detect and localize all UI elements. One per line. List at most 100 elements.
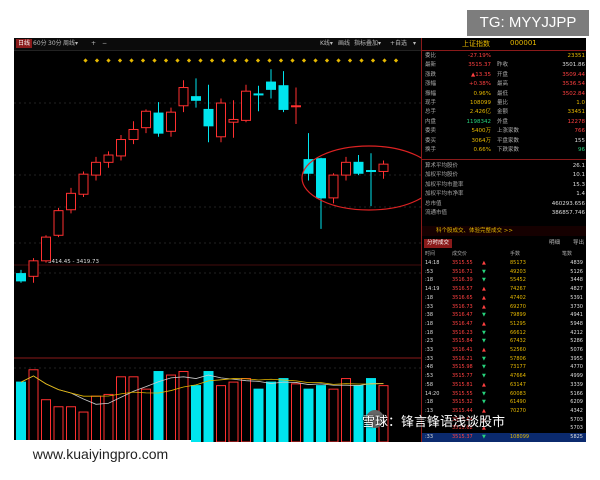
tick-volume: 70270 [510,407,526,414]
tick-volume: 52560 [510,347,526,353]
tick-price: 3516.57 [452,286,473,293]
tick-time: :58 [425,381,434,388]
tick-row[interactable]: :18 3515.32 ▼ 61490 6209 [422,398,586,407]
quote-value2: 3502.84 [562,90,585,97]
tick-direction-icon: ▼ [482,399,486,406]
tick-row[interactable]: :33 3515.37 ▼ 108099 5825 [422,433,586,442]
tick-row[interactable]: :18 3516.47 ▲ 51295 5948 [422,320,586,329]
tick-count: 4342 [570,407,583,414]
quote-label: 振幅 [425,90,437,97]
section-divider [422,159,586,160]
tick-row[interactable]: 14:19 3516.57 ▲ 74267 4827 [422,285,586,294]
marker-dot [163,58,169,63]
tick-row[interactable]: :53 3515.77 ▼ 47664 4999 [422,372,586,381]
candle-body [28,260,39,277]
volume-bar [128,376,139,442]
tick-volume: 47402 [510,294,526,301]
marker-dot [278,58,284,63]
marker-dot [290,58,295,63]
stat-value: 1.4 [576,191,585,198]
tick-row[interactable]: :18 3516.23 ▼ 66612 4212 [422,329,586,338]
tick-direction-icon: ▲ [482,260,486,266]
tick-direction-icon: ▲ [482,320,486,327]
tick-row[interactable]: :38 3516.47 ▼ 79899 4941 [422,311,586,320]
quote-row: 委比 -27.19% 23351 [422,52,586,61]
tick-count: 5076 [570,347,583,353]
quote-row: 现手 108099 量比 1.0 [422,99,586,108]
trading-terminal: 日线 60分 30分 周线▾ + − K线▾ 画线 指标叠加▾ +自选 ▾ 3414.45 - 34… [14,38,586,442]
tick-row[interactable]: :58 3515.81 ▲ 63147 3339 [422,381,586,390]
tick-row[interactable]: :53 3516.71 ▼ 49203 5126 [422,268,586,277]
tick-count: 4212 [570,329,583,336]
tick-row[interactable]: 14:18 3515.55 ▲ 85173 4839 [422,259,586,268]
tick-row[interactable]: :48 3515.98 ▼ 73177 4770 [422,363,586,372]
stat-label: 加权平均股价 [425,172,459,179]
full-trades-button[interactable]: 科个股成交、体验完整成交 >> [422,226,586,236]
tick-row[interactable]: :18 3516.39 ▼ 55452 3448 [422,276,586,285]
stat-value: 10.1 [572,172,585,179]
tick-count: 3339 [570,381,583,388]
tick-count: 4999 [570,373,583,380]
marker-dot [129,58,134,63]
tick-direction-icon: ▼ [482,373,486,380]
tick-row[interactable]: :33 3516.21 ▼ 57806 3955 [422,355,586,364]
quote-value2: 766 [574,128,586,135]
tick-count: 5126 [570,268,583,275]
tab-item[interactable]: 导出 [570,239,586,248]
marker-dot [175,58,180,63]
quote-label: 委卖 [425,128,437,135]
tick-count: 5825 [570,434,583,440]
candle-body [153,112,164,134]
stat-label: 加权平均市净率 [425,191,464,198]
quote-label: 涨跌 [425,71,437,78]
volume-bar [16,381,26,442]
candle-body [141,110,151,129]
volume-bar [303,388,314,442]
candlestick-chart[interactable]: 3414.45 - 3419.73 [14,38,421,442]
tick-row[interactable]: :18 3516.65 ▲ 47402 5391 [422,294,586,303]
tick-direction-icon: ▼ [482,434,486,440]
marker-dot [221,58,226,63]
candle-body [241,90,251,121]
quote-label: 换手 [425,147,437,153]
tick-price: 3516.39 [452,277,473,284]
tick-volume: 55452 [510,277,526,284]
tick-time: 14:19 [425,286,440,293]
marker-dot [117,58,123,63]
tick-volume: 49203 [510,268,526,275]
tick-row[interactable]: :23 3515.84 ▼ 67432 5286 [422,337,586,346]
tick-time: :48 [425,364,434,371]
tick-time: :33 [425,434,434,440]
volume-bar [328,388,339,442]
tick-direction-icon: ▼ [482,364,486,371]
tick-price: 3515.84 [452,338,473,345]
tick-volume: 108099 [510,434,530,440]
tick-row[interactable]: :33 3516.41 ▲ 52560 5076 [422,346,586,355]
tick-row[interactable]: :33 3516.73 ▲ 69270 3730 [422,303,586,312]
tick-direction-icon: ▼ [482,277,486,284]
tick-row[interactable]: 14:20 3515.55 ▼ 60083 5166 [422,390,586,399]
tick-price: 3516.71 [452,268,473,275]
quote-value: 0.96% [473,90,491,97]
tab-item[interactable]: 明细 [546,239,563,248]
tick-direction-icon: ▼ [482,268,486,275]
quote-value2: 33451 [567,109,586,116]
tick-price: 3515.55 [452,260,473,266]
candle-body [328,174,339,199]
tick-direction-icon: ▲ [482,381,486,388]
marker-dot [106,58,111,63]
quote-label2: 金额 [497,109,509,116]
volume-bar [291,383,301,442]
tick-direction-icon: ▼ [482,390,486,397]
volume-bar [228,381,239,442]
quote-label2: 开盘 [497,71,509,78]
quote-row: 涨幅 +0.38% 最高 3536.54 [422,80,586,89]
tick-time: :18 [425,329,434,336]
tab-item[interactable]: 分时成交 [424,239,453,248]
quote-label2: 上涨家数 [497,128,520,135]
candle-body [41,236,51,262]
tick-price: 3515.81 [452,381,473,388]
candle-body [191,96,201,101]
trade-tabs: 分时成交 明细 导出 [422,239,586,248]
candle-body [166,111,176,132]
